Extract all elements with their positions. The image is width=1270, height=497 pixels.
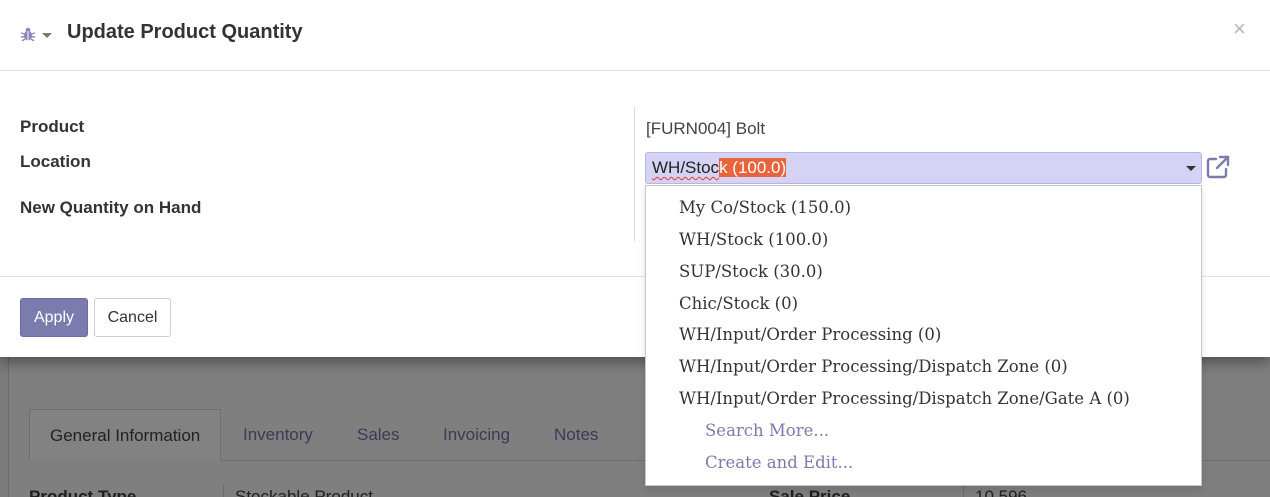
dropdown-item-dispatch-zone[interactable]: WH/Input/Order Processing/Dispatch Zone … xyxy=(679,357,1068,376)
location-typed-text: WH/Stoc xyxy=(652,158,720,177)
cancel-button[interactable]: Cancel xyxy=(94,298,171,337)
product-type-label: Product Type xyxy=(29,487,137,497)
close-button[interactable]: × xyxy=(1233,18,1246,40)
dropdown-item-my-co-stock[interactable]: My Co/Stock (150.0) xyxy=(679,198,851,217)
field-divider xyxy=(634,107,635,241)
modal-header: Update Product Quantity × xyxy=(0,0,1270,71)
tab-general-information: General Information xyxy=(29,409,222,461)
background-divider xyxy=(223,485,224,497)
location-select-input[interactable]: WH/Stock (100.0) xyxy=(645,152,1202,184)
tab-sales: Sales xyxy=(357,425,400,444)
bug-icon[interactable] xyxy=(20,26,36,42)
dropdown-item-wh-stock[interactable]: WH/Stock (100.0) xyxy=(679,230,828,249)
product-type-value: Stockable Product xyxy=(235,487,373,497)
create-and-edit-link[interactable]: Create and Edit... xyxy=(705,453,853,472)
new-quantity-label: New Quantity on Hand xyxy=(20,198,202,217)
location-dropdown: My Co/Stock (150.0) WH/Stock (100.0) SUP… xyxy=(645,185,1202,486)
tab-invoicing: Invoicing xyxy=(443,425,511,444)
product-value: [FURN004] Bolt xyxy=(646,119,766,138)
chevron-down-icon[interactable] xyxy=(42,33,52,38)
dropdown-item-gate-a[interactable]: WH/Input/Order Processing/Dispatch Zone/… xyxy=(679,389,1130,408)
tab-notes: Notes xyxy=(554,425,599,444)
dropdown-item-order-processing[interactable]: WH/Input/Order Processing (0) xyxy=(679,325,941,344)
apply-button[interactable]: Apply xyxy=(20,298,88,337)
sale-price-value: 10.596 xyxy=(975,487,1027,497)
background-divider xyxy=(963,485,964,497)
location-autocomplete-text: k (100.0) xyxy=(719,158,787,177)
modal-title: Update Product Quantity xyxy=(67,21,303,43)
search-more-link[interactable]: Search More... xyxy=(705,421,829,440)
tab-inventory: Inventory xyxy=(243,425,313,444)
dropdown-item-chic-stock[interactable]: Chic/Stock (0) xyxy=(679,294,798,313)
external-link-icon[interactable] xyxy=(1205,154,1231,180)
select-caret-icon[interactable] xyxy=(1186,166,1196,171)
dropdown-item-sup-stock[interactable]: SUP/Stock (30.0) xyxy=(679,262,823,281)
product-label: Product xyxy=(20,117,85,136)
location-label: Location xyxy=(20,152,91,171)
sale-price-label: Sale Price xyxy=(769,487,851,497)
